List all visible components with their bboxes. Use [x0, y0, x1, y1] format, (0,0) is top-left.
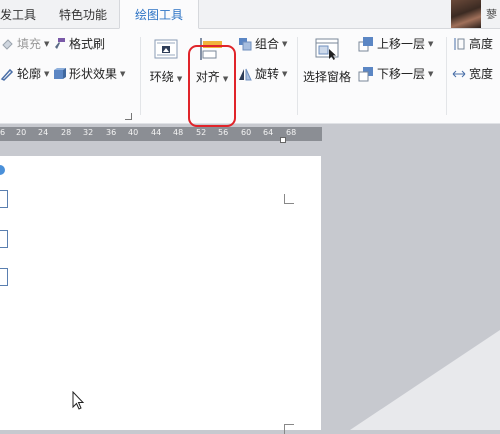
side-toolbar-comment-icon[interactable]: [0, 268, 8, 286]
ruler-mark: 52: [196, 128, 207, 137]
page-margin-corner-bottom: [284, 424, 294, 434]
ruler-mark: 24: [38, 128, 49, 137]
side-toolbar-edit-icon[interactable]: [0, 230, 8, 248]
ruler-mark: 56: [218, 128, 229, 137]
ruler-mark: 60: [241, 128, 252, 137]
ruler-mark: 48: [173, 128, 184, 137]
ruler-mark: 20: [16, 128, 27, 137]
ruler-indent-marker[interactable]: [280, 137, 286, 143]
ruler-mark: 32: [83, 128, 94, 137]
ruler-mark: 64: [263, 128, 274, 137]
horizontal-ruler[interactable]: 6 20 24 28 32 36 40 44 48 52 56 60 64 68: [0, 127, 322, 141]
ruler-mark: 40: [128, 128, 139, 137]
ruler-mark: 36: [106, 128, 117, 137]
document-page[interactable]: [0, 156, 321, 430]
ruler-mark: 44: [151, 128, 162, 137]
ruler-mark: 6: [0, 128, 6, 137]
mouse-cursor-icon: [72, 391, 85, 410]
ruler-mark: 68: [286, 128, 297, 137]
ruler-mark: 28: [61, 128, 72, 137]
page-margin-corner-top: [284, 194, 294, 204]
side-toolbar-layout-icon[interactable]: [0, 190, 8, 208]
